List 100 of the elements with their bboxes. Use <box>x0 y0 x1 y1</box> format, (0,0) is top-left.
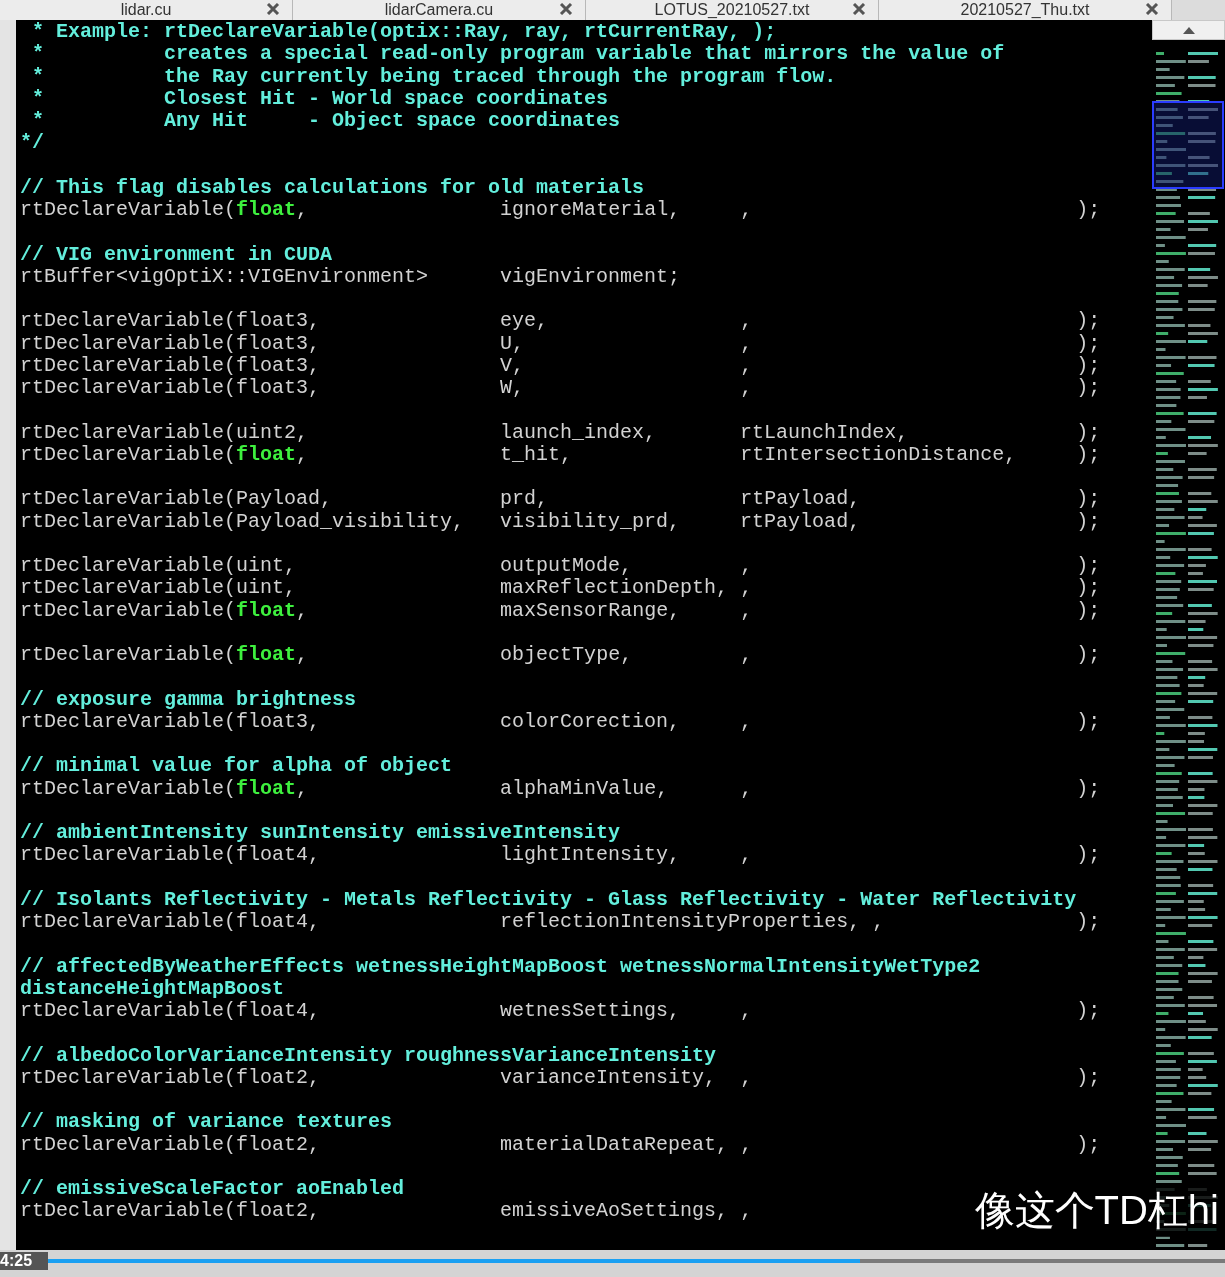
code-token: rtDeclareVariable(float3, <box>20 377 321 400</box>
code-token: rtIntersectionDistance, <box>740 443 1017 466</box>
code-token: rtDeclareVariable(float3, <box>20 710 321 733</box>
editor-tab[interactable]: 20210527_Thu.txt <box>879 0 1172 20</box>
code-comment: */ <box>20 131 44 155</box>
code-token: ); <box>1076 310 1101 333</box>
code-token: varianceIntensity, <box>500 1066 717 1089</box>
code-token: ); <box>1076 1133 1101 1156</box>
code-comment: // Isolants Reflectivity - Metals Reflectivity - Glass Reflectivity - Water Reflectivity <box>20 887 1077 911</box>
code-token: maxReflectionDepth, <box>500 577 729 600</box>
code-token: objectType, <box>500 644 633 667</box>
code-comment: // affectedByWeatherEffects wetnessHeightMapBoost wetnessNormalIntensityWetType2 distanceHeightMapBoost <box>20 954 982 1000</box>
code-token: , <box>740 199 753 222</box>
code-comment: * Example: rtDeclareVariable(optix::Ray, ray, rtCurrentRay, ); <box>31 20 777 43</box>
code-token: U, <box>500 332 525 355</box>
close-icon[interactable] <box>852 3 866 15</box>
code-token: rtDeclareVariable(uint2, <box>20 421 309 444</box>
progress-track[interactable] <box>48 1259 1225 1263</box>
code-token: , <box>740 1200 753 1223</box>
code-comment: * Closest Hit - World space coordinates <box>31 86 609 110</box>
code-token: ); <box>1076 555 1101 578</box>
code-token: rtDeclareVariable(float, <box>20 777 309 800</box>
code-token: rtLaunchIndex, <box>740 421 909 444</box>
code-token: ignoreMaterial, <box>500 199 681 222</box>
code-token: reflectionIntensityProperties, <box>500 911 861 934</box>
editor-tab[interactable]: lidarCamera.cu <box>293 0 586 20</box>
code-token: ); <box>1076 443 1101 466</box>
code-token: , <box>740 377 753 400</box>
code-comment: // VIG environment in CUDA <box>20 242 333 266</box>
code-token: rtDeclareVariable(float2, <box>20 1200 321 1223</box>
code-token: colorCorection, <box>500 710 681 733</box>
code-comment: * the Ray currently being traced through the program flow. <box>31 64 837 88</box>
code-token: ); <box>1076 844 1101 867</box>
code-token: rtDeclareVariable(uint, <box>20 577 297 600</box>
code-token: lightIntensity, <box>500 844 681 867</box>
code-token: alphaMinValue, <box>500 777 669 800</box>
code-token: rtDeclareVariable(float3, <box>20 354 321 377</box>
code-token: rtDeclareVariable(float, <box>20 599 309 622</box>
code-token: rtDeclareVariable(float3, <box>20 332 321 355</box>
code-token: rtDeclareVariable(float2, <box>20 1066 321 1089</box>
code-token: ); <box>1076 510 1101 533</box>
code-token: outputMode, <box>500 555 633 578</box>
code-token: , <box>872 911 885 934</box>
code-token: ); <box>1076 332 1101 355</box>
code-token: rtPayload, <box>740 510 861 533</box>
code-token: ); <box>1076 1066 1101 1089</box>
code-token: ); <box>1076 377 1101 400</box>
code-token: ); <box>1076 599 1101 622</box>
code-comment: // emissiveScaleFactor aoEnabled <box>20 1177 405 1200</box>
code-token: rtDeclareVariable(uint, <box>20 555 297 578</box>
code-token: ); <box>1076 199 1101 222</box>
code-comment: * creates a special read-only program variable that mirrors the value of <box>31 42 1005 66</box>
code-token: eye, <box>500 310 549 333</box>
code-token: rtDeclareVariable(float4, <box>20 844 321 867</box>
code-token: materialDataRepeat, <box>500 1133 729 1156</box>
code-token: rtDeclareVariable(float, <box>20 199 309 222</box>
code-token: , <box>740 844 753 867</box>
code-comment: // exposure gamma brightness <box>20 687 357 711</box>
code-token: , <box>740 310 753 333</box>
code-comment: // minimal value for alpha of object <box>20 754 453 778</box>
code-token: , <box>740 354 753 377</box>
code-comment: // This flag disables calculations for old materials <box>20 175 645 199</box>
code-token: emissiveAoSettings, <box>500 1200 729 1223</box>
code-token: launch_index, <box>500 421 657 444</box>
code-token: ); <box>1076 488 1101 511</box>
code-token: ); <box>1076 577 1101 600</box>
code-token: rtDeclareVariable(Payload_visibility, <box>20 510 465 533</box>
code-token: , <box>740 332 753 355</box>
code-token: ); <box>1076 911 1101 934</box>
code-token: , <box>740 577 753 600</box>
close-icon[interactable] <box>559 3 573 15</box>
scroll-up-button[interactable] <box>1152 20 1225 40</box>
code-token: , <box>740 1000 753 1023</box>
code-token: V, <box>500 354 525 377</box>
code-token: , <box>740 1133 753 1156</box>
up-arrow-icon <box>1182 26 1195 34</box>
code-token: ); <box>1076 777 1101 800</box>
code-token: ); <box>1076 354 1101 377</box>
code-token: vigEnvironment; <box>500 265 681 288</box>
code-token: rtDeclareVariable(float4, <box>20 911 321 934</box>
code-token: , <box>740 777 753 800</box>
code-token: rtDeclareVariable(float, <box>20 443 309 466</box>
code-token: rtDeclareVariable(float, <box>20 644 309 667</box>
code-token: , <box>740 555 753 578</box>
close-icon[interactable] <box>266 3 280 15</box>
editor-tab[interactable]: LOTUS_20210527.txt <box>586 0 879 20</box>
code-token: , <box>740 1066 753 1089</box>
close-icon[interactable] <box>1145 3 1159 15</box>
code-comment: // ambientIntensity sunIntensity emissiveIntensity <box>20 821 621 844</box>
code-token: rtDeclareVariable(Payload, <box>20 488 333 511</box>
code-token: , <box>740 599 753 622</box>
editor-tab[interactable]: lidar.cu <box>0 0 293 20</box>
code-token: ); <box>1076 710 1101 733</box>
code-token: rtDeclareVariable(float2, <box>20 1133 321 1156</box>
code-token: W, <box>500 377 525 400</box>
code-token: , <box>740 710 753 733</box>
code-token: ); <box>1076 421 1101 444</box>
code-token: rtPayload, <box>740 488 861 511</box>
code-token: ); <box>1076 644 1101 667</box>
code-token: rtDeclareVariable(float4, <box>20 1000 321 1023</box>
